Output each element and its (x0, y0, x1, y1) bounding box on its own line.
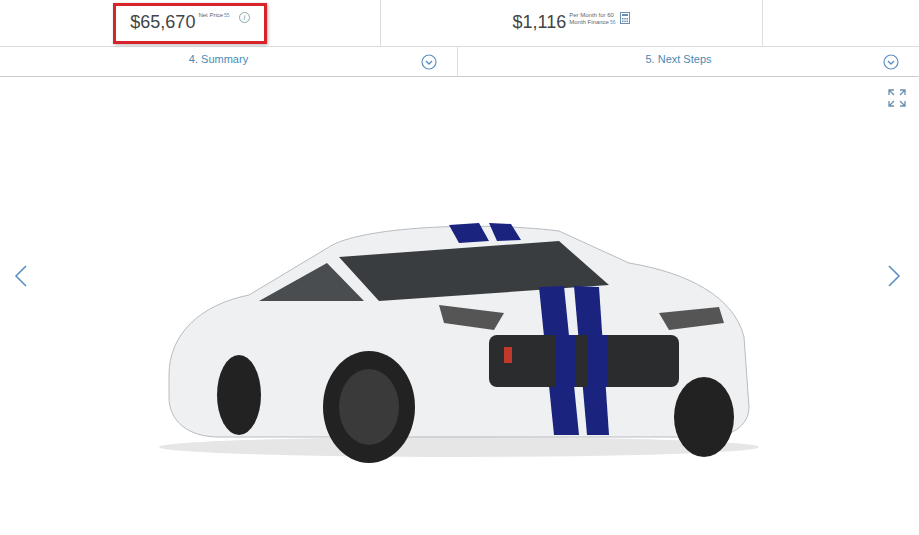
configurator-page: $65,670 Net Price55 i $1,116 Per Month fo… (0, 0, 919, 535)
price-cell: $1,116 Per Month for 60Month Finance56 (381, 0, 763, 46)
previous-arrow-icon[interactable] (14, 264, 28, 288)
chevron-down-icon[interactable] (421, 54, 437, 70)
price-cell: $65,670 Net Price55 i (0, 0, 381, 46)
step-label[interactable]: 5. Next Steps (641, 53, 715, 71)
fullscreen-icon[interactable] (888, 89, 906, 107)
step-tab[interactable]: 4. Summary (0, 47, 457, 76)
price-bar: $65,670 Net Price55 i $1,116 Per Month fo… (0, 0, 919, 47)
step-tab[interactable]: 5. Next Steps (457, 47, 919, 76)
vehicle-gallery (0, 77, 919, 535)
calculator-icon[interactable] (620, 12, 630, 24)
price-box: $65,670 Net Price55 i (113, 3, 266, 44)
price-label-line: Month Finance56 (569, 19, 615, 26)
chevron-down-icon[interactable] (883, 54, 899, 70)
step-label[interactable]: 4. Summary (185, 53, 252, 71)
price-label: Net Price55 (198, 12, 229, 19)
car-image (159, 185, 759, 465)
price-label: Per Month for 60Month Finance56 (569, 12, 615, 26)
price-label-line: Per Month for 60 (569, 12, 615, 19)
price-cell-empty (763, 0, 919, 46)
info-icon[interactable]: i (239, 12, 250, 23)
footnote[interactable]: 55 (224, 12, 230, 18)
price-box: $1,116 Per Month for 60Month Finance56 (496, 3, 648, 44)
price-amount: $65,670 (130, 12, 195, 33)
price-label-line: Net Price55 (198, 12, 229, 19)
price-amount: $1,116 (513, 12, 567, 33)
footnote[interactable]: 56 (610, 19, 616, 25)
next-arrow-icon[interactable] (887, 264, 901, 288)
step-bar: 4. Summary 5. Next Steps (0, 47, 919, 77)
